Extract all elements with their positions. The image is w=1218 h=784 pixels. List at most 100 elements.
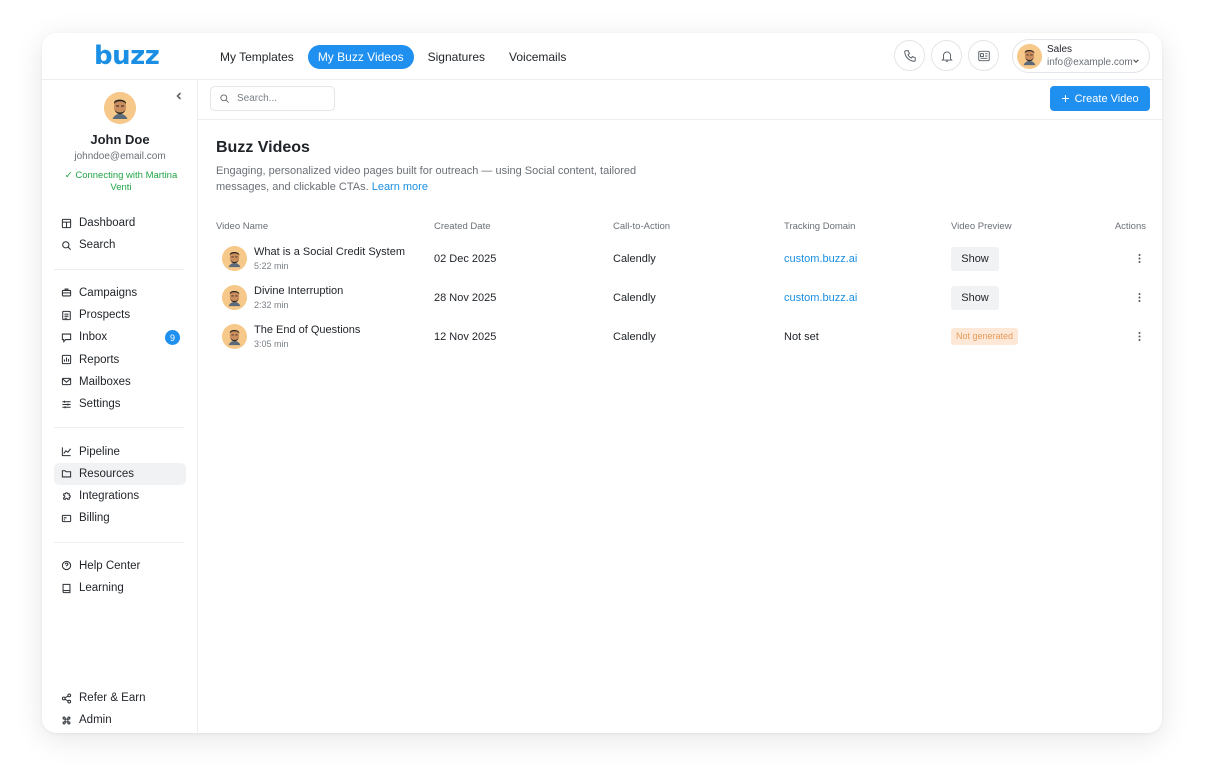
card-icon xyxy=(61,513,72,524)
bar-chart-icon xyxy=(61,354,72,365)
column-header-tracking-domain: Tracking Domain xyxy=(784,220,856,232)
chat-icon xyxy=(61,332,72,343)
line-chart-icon xyxy=(61,446,72,457)
table-row[interactable]: The End of Questions 3:05 min 12 Nov 2025 C… xyxy=(216,317,1146,356)
sidebar-item-settings[interactable]: Settings xyxy=(54,393,186,415)
account-avatar xyxy=(1017,43,1042,69)
sidebar-item-label: Learning xyxy=(79,582,124,594)
user-email: johndoe@email.com xyxy=(74,151,166,162)
show-preview-button[interactable]: Show xyxy=(951,285,999,310)
sidebar-item-reports[interactable]: Reports xyxy=(54,348,186,370)
collapse-sidebar-icon[interactable] xyxy=(174,88,184,100)
video-name-cell: The End of Questions 3:05 min xyxy=(216,317,434,356)
dashboard-icon xyxy=(61,218,72,229)
sidebar-item-log-out[interactable]: Log Out xyxy=(54,732,186,733)
tab-voicemails[interactable]: Voicemails xyxy=(499,45,576,69)
tracking-domain: Not set xyxy=(784,330,819,343)
sidebar-item-label: Search xyxy=(79,239,116,252)
account-title: Sales xyxy=(1047,44,1073,55)
video-title[interactable]: The End of Questions xyxy=(254,322,360,338)
sidebar: John Doe johndoe@email.com ✓ Connecting … xyxy=(42,80,198,733)
tracking-domain[interactable]: custom.buzz.ai xyxy=(784,253,857,265)
page-description: Engaging, personalized video pages built… xyxy=(216,163,686,195)
more-actions-icon[interactable] xyxy=(1132,329,1146,343)
sidebar-item-label: Campaigns xyxy=(79,286,138,299)
sidebar-item-label: Mailboxes xyxy=(79,375,131,388)
column-header-actions: Actions xyxy=(1114,220,1146,232)
chevron-down-icon xyxy=(1132,52,1140,64)
newspaper-icon[interactable] xyxy=(968,40,999,71)
not-generated-badge: Not generated xyxy=(951,328,1019,345)
sidebar-item-label: Settings xyxy=(79,398,121,411)
table-row[interactable]: Divine Interruption 2:32 min 28 Nov 2025 Ca… xyxy=(216,278,1146,317)
column-header-call-to-action: Call-to-Action xyxy=(613,220,671,232)
sidebar-item-refer-earn[interactable]: Refer & Earn xyxy=(54,687,186,709)
sidebar-item-campaigns[interactable]: Campaigns xyxy=(54,282,186,304)
sidebar-item-inbox[interactable]: Inbox 9 xyxy=(54,326,186,348)
sidebar-item-label: Integrations xyxy=(79,490,140,503)
sidebar-item-resources[interactable]: Resources xyxy=(54,462,186,485)
sliders-icon xyxy=(61,399,72,410)
video-name-cell: What is a Social Credit System 5:22 min xyxy=(216,239,434,278)
sidebar-item-admin[interactable]: Admin xyxy=(54,709,186,731)
more-actions-icon[interactable] xyxy=(1132,251,1146,265)
user-name: John Doe xyxy=(90,132,150,147)
create-video-button[interactable]: + Create Video xyxy=(1050,86,1150,111)
video-title[interactable]: Divine Interruption xyxy=(254,283,343,299)
tab-signatures[interactable]: Signatures xyxy=(418,45,495,69)
sidebar-item-mailboxes[interactable]: Mailboxes xyxy=(54,371,186,393)
inbox-count-badge: 9 xyxy=(165,330,180,346)
call-to-action: Calendly xyxy=(613,291,656,304)
user-avatar xyxy=(104,92,136,124)
column-header-video-preview: Video Preview xyxy=(951,220,1012,232)
video-avatar xyxy=(222,246,247,271)
sidebar-item-label: Prospects xyxy=(79,309,131,322)
sidebar-item-learning[interactable]: Learning xyxy=(54,577,186,599)
show-preview-button[interactable]: Show xyxy=(951,246,999,271)
created-date: 12 Nov 2025 xyxy=(434,330,497,343)
sidebar-item-label: Help Center xyxy=(79,559,141,572)
table-row[interactable]: What is a Social Credit System 5:22 min 02… xyxy=(216,239,1146,278)
call-to-action: Calendly xyxy=(613,252,656,265)
sidebar-item-prospects[interactable]: Prospects xyxy=(54,304,186,326)
tab-my-templates[interactable]: My Templates xyxy=(210,45,304,69)
list-icon xyxy=(61,310,72,321)
content-toolbar: + Create Video xyxy=(198,80,1162,120)
sidebar-item-label: Refer & Earn xyxy=(79,692,146,705)
mail-icon xyxy=(61,376,72,387)
search-input[interactable] xyxy=(237,93,327,104)
top-nav-tabs: My Templates My Buzz Videos Signatures Voic… xyxy=(210,45,576,69)
sidebar-item-label: Reports xyxy=(79,353,120,366)
search-icon xyxy=(61,240,72,251)
sidebar-item-integrations[interactable]: Integrations xyxy=(54,485,186,507)
buzz-logo[interactable]: buzz xyxy=(94,41,160,71)
sidebar-item-dashboard[interactable]: Dashboard xyxy=(54,212,186,234)
sidebar-footer: Refer & Earn Admin Log Out xyxy=(54,687,186,733)
sidebar-item-help-center[interactable]: Help Center xyxy=(54,555,186,577)
bell-icon[interactable] xyxy=(931,40,962,71)
sidebar-item-pipeline[interactable]: Pipeline xyxy=(54,440,186,462)
created-date: 28 Nov 2025 xyxy=(434,291,497,304)
videos-table: Video Name Created Date Call-to-Action Trac… xyxy=(216,213,1146,356)
sidebar-nav: Dashboard Search Campaigns Prospects Inbox 9 R… xyxy=(54,212,186,599)
tab-my-buzz-videos[interactable]: My Buzz Videos xyxy=(307,45,414,69)
phone-icon[interactable] xyxy=(894,40,925,71)
folder-icon xyxy=(61,468,72,479)
video-title[interactable]: What is a Social Credit System xyxy=(254,244,405,260)
top-bar: buzz My Templates My Buzz Videos Signature… xyxy=(42,33,1162,80)
account-email: info@example.com xyxy=(1047,57,1133,68)
sidebar-item-search[interactable]: Search xyxy=(54,234,186,256)
account-switcher[interactable]: Sales info@example.com xyxy=(1012,39,1150,73)
book-icon xyxy=(61,583,72,594)
search-box[interactable] xyxy=(210,86,335,111)
sidebar-divider xyxy=(54,541,184,543)
more-actions-icon[interactable] xyxy=(1132,290,1146,304)
search-icon xyxy=(220,94,229,103)
briefcase-icon xyxy=(61,287,72,298)
learn-more-link[interactable]: Learn more xyxy=(372,181,428,193)
sidebar-item-label: Resources xyxy=(79,467,134,480)
tracking-domain[interactable]: custom.buzz.ai xyxy=(784,292,857,304)
share-icon xyxy=(61,693,72,704)
sidebar-item-label: Inbox xyxy=(79,331,108,344)
sidebar-item-billing[interactable]: Billing xyxy=(54,507,186,529)
